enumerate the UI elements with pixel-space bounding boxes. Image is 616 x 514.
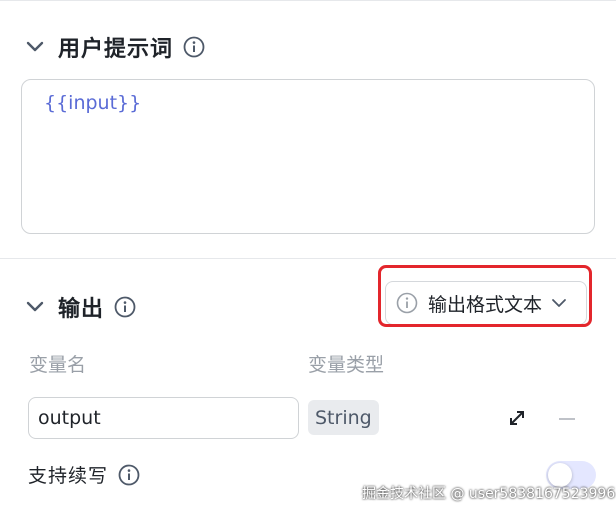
chevron-down-icon[interactable] — [24, 296, 46, 318]
info-icon[interactable] — [114, 296, 136, 318]
user-prompt-textarea[interactable]: {{input}} — [21, 79, 595, 234]
user-prompt-header[interactable]: 用户提示词 — [24, 31, 205, 63]
output-header[interactable]: 输出 — [24, 291, 136, 323]
expand-icon[interactable] — [506, 407, 528, 429]
support-continue-row: 支持续写 — [28, 461, 140, 488]
section-divider — [0, 258, 616, 259]
chevron-down-icon — [552, 299, 566, 307]
variable-type-tag[interactable]: String — [308, 400, 379, 435]
variable-name-value: output — [38, 407, 101, 429]
top-divider — [0, 0, 616, 1]
info-icon[interactable] — [118, 464, 140, 486]
column-header-type: 变量类型 — [308, 354, 385, 376]
user-prompt-value: {{input}} — [44, 92, 142, 114]
support-continue-label: 支持续写 — [28, 465, 109, 487]
info-icon[interactable] — [183, 36, 205, 58]
variable-type-value: String — [315, 406, 372, 429]
output-format-value: 输出格式文本 — [428, 293, 543, 316]
column-header-name: 变量名 — [29, 354, 87, 376]
user-prompt-title: 用户提示词 — [58, 37, 174, 62]
minus-icon[interactable] — [557, 409, 577, 429]
chevron-down-icon[interactable] — [24, 36, 46, 58]
output-title: 输出 — [58, 297, 105, 322]
variable-name-input[interactable]: output — [28, 397, 299, 439]
watermark: 掘金技术社区 @ user5838167523996 — [362, 486, 616, 502]
output-format-select[interactable]: 输出格式文本 — [385, 281, 587, 325]
info-icon — [396, 292, 418, 314]
